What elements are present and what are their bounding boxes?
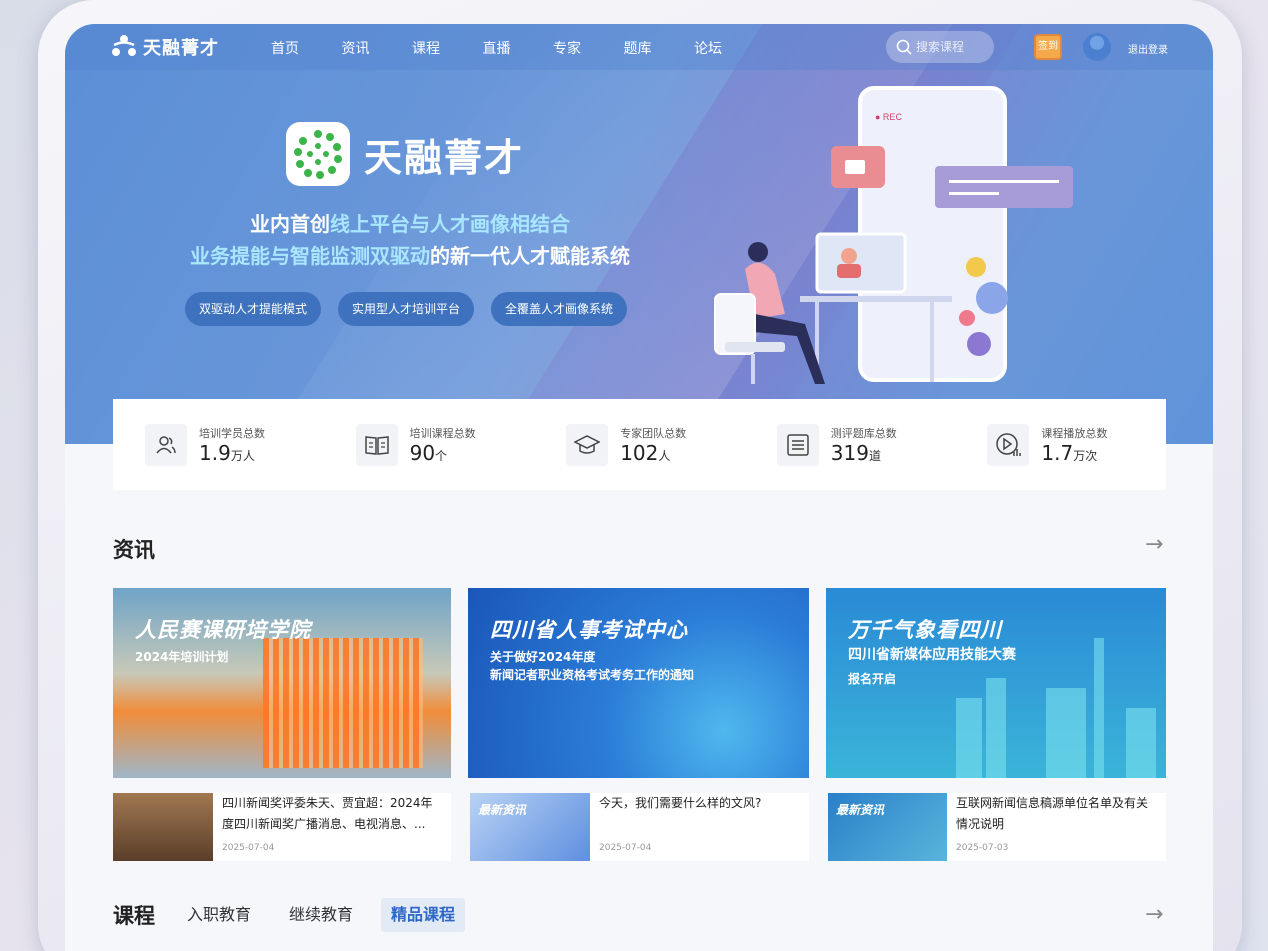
stat-label: 专家团队总数 [620,426,687,440]
search-input[interactable] [916,40,990,54]
tab-continuing-education[interactable]: 继续教育 [279,898,363,932]
tagline-highlight: 线上平台与人才画像相结合 [330,212,570,236]
search-box [886,31,994,63]
banner-subtitle: 报名开启 [848,672,897,686]
stat-students: 培训学员总数 1.9万人 [113,423,324,466]
nav-item-news[interactable]: 资讯 [342,38,413,58]
stat-label: 课程播放总数 [1041,426,1108,440]
hero-tagline-line1: 业内首创线上平台与人才画像相结合 [65,208,755,237]
stat-experts: 专家团队总数 102人 [534,423,745,466]
feature-pill[interactable]: 全覆盖人才画像系统 [491,292,628,326]
tagline-text: 的新一代人才赋能系统 [430,244,630,268]
svg-text:● REC: ● REC [875,112,902,122]
news-banner[interactable]: 四川省人事考试中心 关于做好2024年度 新闻记者职业资格考试考务工作的通知 [468,588,809,778]
news-date: 2025-07-04 [599,843,652,853]
logo-icon [112,35,136,56]
news-date: 2025-07-03 [956,843,1009,853]
news-more-arrow-icon[interactable]: → [1145,532,1163,557]
stat-unit: 万人 [230,448,255,463]
search-icon[interactable] [896,39,912,55]
stat-value: 1.7 [1041,440,1074,465]
news-banner[interactable]: 人民赛课研培学院 2024年培训计划 [113,588,451,778]
list-icon [776,423,819,466]
hero-feature-pills: 双驱动人才提能模式 实用型人才培训平台 全覆盖人才画像系统 [185,292,628,326]
news-title: 今天，我们需要什么样的文风? [599,796,762,810]
banner-subtitle: 四川省新媒体应用技能大赛 [848,647,1016,663]
stat-questions: 测评题库总数 319道 [745,423,956,466]
nav-item-live[interactable]: 直播 [483,38,554,58]
stat-unit: 个 [435,448,448,463]
banner-subtitle: 2024年培训计划 [135,650,229,664]
banner-title: 人民赛课研培学院 [135,618,311,642]
news-title: 四川新闻奖评委朱天、贾宜超：2024年度四川新闻奖广播消息、电视消息、... [222,796,433,831]
logo-text: 天融菁才 [143,38,219,59]
stat-plays: 课程播放总数 1.7万次 [955,423,1166,466]
play-chart-icon [987,423,1030,466]
hero-illustration: ● REC [714,86,1073,384]
nav-menu: 首页 资讯 课程 直播 专家 题库 论坛 [271,38,765,58]
stat-unit: 万次 [1073,448,1098,463]
top-nav: 天融菁才 首页 资讯 课程 直播 专家 题库 论坛 签到 退出登录 [65,24,1213,70]
stat-unit: 道 [868,448,881,463]
news-thumbnail: 最新资讯 [470,793,590,861]
tagline-highlight: 业务提能与智能监测双驱动 [190,244,430,268]
tab-onboarding[interactable]: 入职教育 [177,898,261,932]
logout-link[interactable]: 退出登录 [1128,41,1168,56]
nav-item-experts[interactable]: 专家 [553,38,624,58]
banner-title: 万千气象看四川 [848,618,1002,642]
news-list-item[interactable]: 最新资讯 互联网新闻信息稿源单位名单及有关情况说明 2025-07-03 [828,793,1166,861]
courses-more-arrow-icon[interactable]: → [1145,902,1163,927]
stat-label: 测评题库总数 [830,426,897,440]
nav-item-forum[interactable]: 论坛 [694,38,765,58]
book-icon [355,423,398,466]
tab-featured-courses[interactable]: 精品课程 [381,898,466,932]
stat-value: 319 [830,440,869,465]
stat-courses: 培训课程总数 90个 [324,423,535,466]
tagline-text: 业内首创 [250,212,330,236]
news-thumbnail: 最新资讯 [828,793,947,861]
news-title: 互联网新闻信息稿源单位名单及有关情况说明 [956,796,1149,831]
brand-logo-icon [286,122,350,186]
graduation-cap-icon [566,423,609,466]
stat-value: 102 [620,440,659,465]
site-logo[interactable]: 天融菁才 [111,34,219,60]
users-icon [145,423,187,466]
stat-label: 培训学员总数 [199,426,265,440]
banner-subtitle: 关于做好2024年度 [490,650,596,664]
hero-brand: 天融菁才 [286,122,524,186]
nav-item-courses[interactable]: 课程 [412,38,483,58]
hero-banner: 天融菁才 首页 资讯 课程 直播 专家 题库 论坛 签到 退出登录 [65,24,1213,444]
checkin-button[interactable]: 签到 [1034,34,1062,60]
stat-unit: 人 [658,448,671,463]
banner-art [263,638,423,768]
banner-title: 四川省人事考试中心 [490,618,688,642]
feature-pill[interactable]: 双驱动人才提能模式 [185,292,322,326]
news-list-item[interactable]: 四川新闻奖评委朱天、贾宜超：2024年度四川新闻奖广播消息、电视消息、... 2… [113,793,451,861]
brand-name: 天融菁才 [364,135,525,180]
app-screen: 天融菁才 首页 资讯 课程 直播 专家 题库 论坛 签到 退出登录 [65,24,1213,951]
stat-label: 培训课程总数 [409,426,476,440]
nav-item-home[interactable]: 首页 [271,38,342,58]
news-banner[interactable]: 万千气象看四川 四川省新媒体应用技能大赛 报名开启 [826,588,1166,778]
news-thumbnail [113,793,213,861]
news-date: 2025-07-04 [222,843,275,853]
news-list-item[interactable]: 最新资讯 今天，我们需要什么样的文风? 2025-07-04 [470,793,809,861]
stat-value: 1.9 [199,440,231,465]
course-tabs: 课程 入职教育 继续教育 精品课程 [113,898,483,932]
stats-panel: 培训学员总数 1.9万人 培训课程总数 90个 专家团队总数 102人 测评题库… [113,399,1166,490]
feature-pill[interactable]: 实用型人才培训平台 [338,292,475,326]
avatar[interactable] [1083,33,1111,61]
nav-item-question-bank[interactable]: 题库 [624,38,695,58]
banner-subtitle: 新闻记者职业资格考试考务工作的通知 [490,668,695,682]
course-section-title: 课程 [113,904,155,928]
news-section-title: 资讯 [113,538,155,562]
stat-value: 90 [409,440,436,465]
hero-tagline-line2: 业务提能与智能监测双驱动的新一代人才赋能系统 [65,240,755,269]
